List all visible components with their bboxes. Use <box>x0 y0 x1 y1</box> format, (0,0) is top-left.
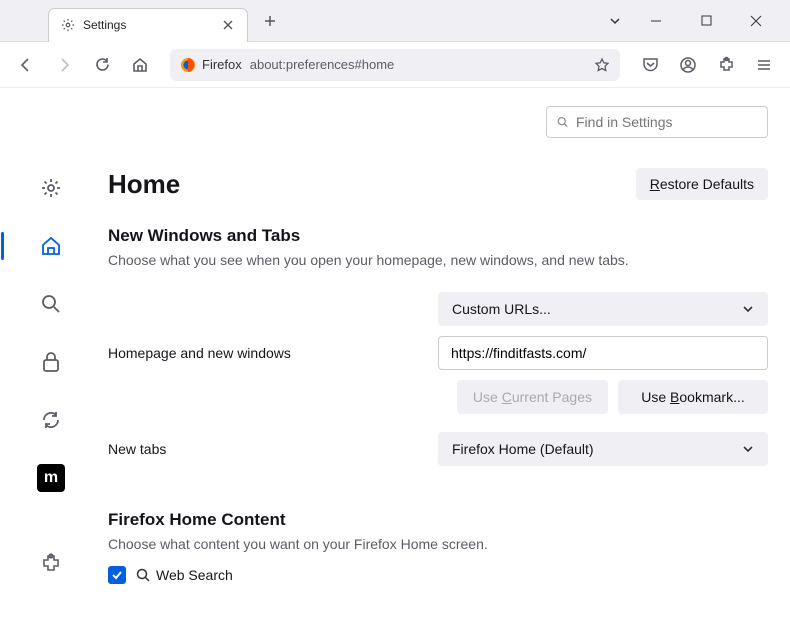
identity-label: Firefox <box>202 57 242 72</box>
mozilla-icon: m <box>37 464 65 492</box>
pocket-button[interactable] <box>634 49 666 81</box>
extensions-button[interactable] <box>710 49 742 81</box>
maximize-button[interactable] <box>688 6 724 36</box>
page-title: Home <box>108 169 180 200</box>
settings-search-input[interactable] <box>576 114 757 130</box>
restore-defaults-button[interactable]: Restore Defaults <box>636 168 768 200</box>
close-window-button[interactable] <box>738 6 774 36</box>
sidebar-general[interactable] <box>33 170 69 206</box>
back-button[interactable] <box>10 49 42 81</box>
browser-tab[interactable]: Settings <box>48 8 248 42</box>
new-tab-button[interactable] <box>256 7 284 35</box>
newtabs-mode-value: Firefox Home (Default) <box>452 441 594 457</box>
tab-title: Settings <box>83 18 213 32</box>
websearch-label: Web Search <box>136 567 233 583</box>
section-new-windows-heading: New Windows and Tabs <box>108 226 768 246</box>
minimize-button[interactable] <box>638 6 674 36</box>
section-home-content-heading: Firefox Home Content <box>108 510 768 530</box>
settings-sidebar: m <box>0 88 102 617</box>
newtabs-mode-select[interactable]: Firefox Home (Default) <box>438 432 768 466</box>
account-button[interactable] <box>672 49 704 81</box>
reload-button[interactable] <box>86 49 118 81</box>
sidebar-home[interactable] <box>33 228 69 264</box>
homepage-label: Homepage and new windows <box>108 345 418 361</box>
sidebar-search[interactable] <box>33 286 69 322</box>
search-icon <box>136 568 150 582</box>
homepage-url-input[interactable] <box>438 336 768 370</box>
use-current-pages-button: Use Current Pages <box>457 380 608 414</box>
sidebar-privacy[interactable] <box>33 344 69 380</box>
use-bookmark-button[interactable]: Use Bookmark... <box>618 380 768 414</box>
search-icon <box>557 115 568 129</box>
app-menu-button[interactable] <box>748 49 780 81</box>
gear-icon <box>61 18 75 32</box>
close-icon[interactable] <box>221 18 235 32</box>
url-bar[interactable]: Firefox about:preferences#home <box>170 49 620 81</box>
identity-box[interactable]: Firefox <box>180 57 242 73</box>
chevron-down-icon <box>742 303 754 315</box>
title-bar: Settings <box>0 0 790 42</box>
sidebar-extensions[interactable] <box>33 545 69 581</box>
homepage-mode-select[interactable]: Custom URLs... <box>438 292 768 326</box>
firefox-logo-icon <box>180 57 196 73</box>
sidebar-more[interactable]: m <box>33 460 69 496</box>
settings-search[interactable] <box>546 106 768 138</box>
bookmark-star-icon[interactable] <box>594 57 610 73</box>
websearch-checkbox[interactable] <box>108 566 126 584</box>
homepage-mode-value: Custom URLs... <box>452 301 551 317</box>
tab-list-button[interactable] <box>600 6 630 36</box>
section-new-windows-desc: Choose what you see when you open your h… <box>108 252 768 268</box>
window-controls <box>638 6 774 36</box>
check-icon <box>111 569 123 581</box>
newtabs-label: New tabs <box>108 441 418 457</box>
nav-toolbar: Firefox about:preferences#home <box>0 42 790 88</box>
section-home-content-desc: Choose what content you want on your Fir… <box>108 536 768 552</box>
sidebar-sync[interactable] <box>33 402 69 438</box>
url-text: about:preferences#home <box>250 57 586 72</box>
forward-button <box>48 49 80 81</box>
chevron-down-icon <box>742 443 754 455</box>
main-content: Home Restore Defaults New Windows and Ta… <box>102 88 790 617</box>
home-button[interactable] <box>124 49 156 81</box>
